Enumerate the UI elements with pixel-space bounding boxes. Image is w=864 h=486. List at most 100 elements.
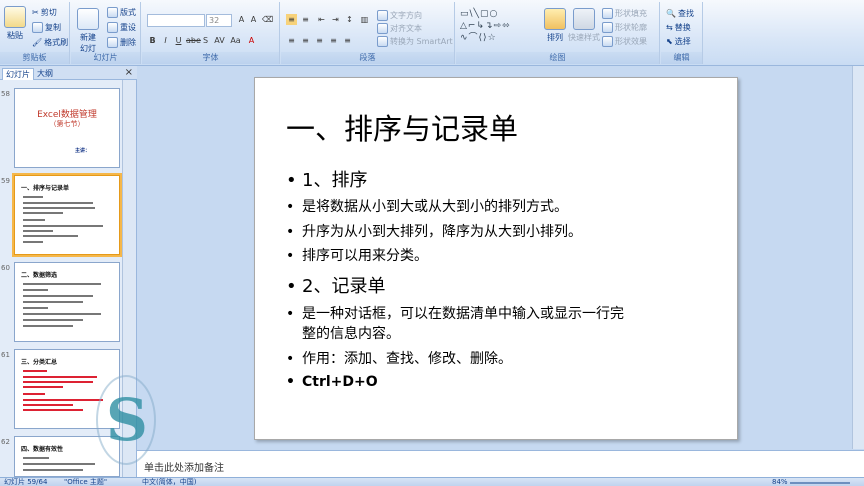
thumb-number: 58 — [1, 90, 10, 98]
strike-icon[interactable]: abe — [186, 35, 201, 46]
columns-icon[interactable]: ▥ — [359, 14, 370, 25]
align-right-icon[interactable]: ≡ — [314, 35, 325, 46]
increase-indent-icon[interactable]: ⇥ — [330, 14, 341, 25]
thumb-text-line — [23, 463, 95, 465]
thumb-text-line — [23, 393, 45, 395]
effects-icon — [602, 36, 613, 47]
layout-label: 版式 — [120, 8, 136, 17]
slide-thumbnail-60[interactable]: 二、数据筛选 — [14, 262, 120, 342]
text-direction-button[interactable]: 文字方向 — [377, 10, 422, 21]
current-slide[interactable]: 一、排序与记录单 • 1、排序 • 是将数据从小到大或从大到小的排列方式。 • 升序为… — [254, 77, 738, 440]
smartart-icon — [377, 36, 388, 47]
thumb-text-line — [23, 196, 43, 198]
bullet-icon: • — [286, 224, 295, 240]
bullet-item[interactable]: • 升序为从小到大排列，降序为从大到小排列。 — [286, 221, 582, 241]
bullet-text: 升序为从小到大排列，降序为从大到小排列。 — [302, 224, 582, 240]
shapes-gallery[interactable]: ▭\╲▢○ △⌐↳↴⇨⬄ ∿⌒⟨⟩☆ — [460, 8, 540, 46]
text-direction-icon — [377, 10, 388, 21]
format-painter-button[interactable]: 🖌 格式刷 — [32, 37, 68, 48]
bullet-item[interactable]: • 排序可以用来分类。 — [286, 245, 428, 265]
zoom-slider[interactable] — [790, 482, 850, 484]
bullet-text: 排序可以用来分类。 — [302, 248, 428, 264]
bullet-icon: • — [286, 374, 295, 390]
delete-slide-button[interactable]: 删除 — [107, 37, 136, 48]
paragraph-group: ≡ ≡ ⇤ ⇥ ↕ ▥ 文字方向 对齐文本 ≡ ≡ ≡ ≡ ≡ 转换为 Smar… — [281, 2, 455, 64]
bullet-text: 1、排序 — [302, 170, 368, 191]
slide-title[interactable]: 一、排序与记录单 — [286, 106, 518, 148]
thumb-number: 60 — [1, 264, 10, 272]
decrease-indent-icon[interactable]: ⇤ — [316, 14, 327, 25]
thumb-text-line — [23, 219, 45, 221]
replace-icon: ⇆ — [666, 23, 673, 32]
notes-pane[interactable]: 单击此处添加备注 — [137, 450, 864, 477]
thumb-text-line — [23, 376, 97, 378]
thumb-text-line — [23, 289, 48, 291]
select-button[interactable]: ⬉ 选择 — [666, 36, 691, 47]
slides-group-label: 幻灯片 — [71, 52, 140, 64]
italic-icon[interactable]: I — [160, 35, 171, 46]
arrange-button[interactable]: 排列 — [544, 8, 566, 43]
find-button[interactable]: 🔍 查找 — [666, 8, 694, 19]
copy-button[interactable]: 复制 — [32, 22, 61, 33]
shape-effects-button[interactable]: 形状效果 — [602, 36, 647, 47]
layout-button[interactable]: 版式 — [107, 7, 136, 18]
align-text-button[interactable]: 对齐文本 — [377, 23, 422, 34]
bullet-item[interactable]: • 作用：添加、查找、修改、删除。 — [286, 348, 512, 368]
format-painter-label: 格式刷 — [44, 38, 69, 47]
editor-scrollbar[interactable] — [852, 66, 864, 449]
smartart-label: 转换为 SmartArt — [390, 37, 453, 46]
brush-icon: 🖌 — [32, 38, 43, 47]
bullet-item[interactable]: • 是将数据从小到大或从大到小的排列方式。 — [286, 196, 568, 216]
thumb-text-line — [23, 202, 93, 204]
align-center-icon[interactable]: ≡ — [300, 35, 311, 46]
thumb-subtitle: （第七节） — [49, 120, 85, 128]
bullet-icon: • — [286, 306, 295, 322]
underline-icon[interactable]: U — [173, 35, 184, 46]
numbering-icon[interactable]: ≡ — [300, 14, 311, 25]
paragraph-group-label: 段落 — [281, 52, 454, 64]
smartart-button[interactable]: 转换为 SmartArt — [377, 36, 453, 47]
close-icon[interactable]: × — [125, 67, 133, 78]
paste-button[interactable]: 粘贴 — [4, 6, 26, 41]
tab-slides[interactable]: 幻灯片 — [2, 68, 34, 80]
bullet-item[interactable]: • Ctrl+D+O — [286, 374, 378, 390]
slide-thumbnail-58[interactable]: Excel数据管理 （第七节） 主讲： — [14, 88, 120, 168]
zoom-level: 84% — [772, 478, 788, 486]
bullets-icon[interactable]: ≡ — [286, 14, 297, 25]
align-left-icon[interactable]: ≡ — [286, 35, 297, 46]
shadow-icon[interactable]: S — [200, 35, 211, 46]
reset-icon — [107, 22, 118, 33]
shape-outline-label: 形状轮廓 — [615, 23, 647, 32]
grow-font-icon[interactable]: A — [236, 14, 247, 25]
quick-styles-icon — [573, 8, 595, 30]
bullet-continuation[interactable]: 整的信息内容。 — [286, 323, 400, 343]
font-size-field[interactable]: 32 — [206, 14, 232, 27]
font-name-field[interactable] — [147, 14, 205, 27]
bullet-item[interactable]: • 1、排序 — [286, 166, 367, 192]
language: 中文(简体，中国) — [142, 478, 197, 486]
thumb-text-line — [23, 283, 101, 285]
bullet-item[interactable]: • 是一种对话框，可以在数据清单中输入或显示一行完 — [286, 303, 624, 323]
tab-outline[interactable]: 大纲 — [34, 68, 56, 80]
bullet-item[interactable]: • 2、记录单 — [286, 272, 385, 298]
spacing-icon[interactable]: AV — [214, 35, 225, 46]
distribute-icon[interactable]: ≡ — [342, 35, 353, 46]
shape-outline-button[interactable]: 形状轮廓 — [602, 22, 647, 33]
justify-icon[interactable]: ≡ — [328, 35, 339, 46]
reset-button[interactable]: 重设 — [107, 22, 136, 33]
thumb-text-line — [23, 225, 103, 227]
shape-fill-button[interactable]: 形状填充 — [602, 8, 647, 19]
clear-format-icon[interactable]: ⌫ — [262, 14, 273, 25]
font-group-label: 字体 — [142, 52, 279, 64]
watermark-logo: S — [96, 375, 156, 465]
clipboard-group-label: 剪贴板 — [0, 52, 69, 64]
shrink-font-icon[interactable]: A — [248, 14, 259, 25]
font-color-icon[interactable]: A — [246, 35, 257, 46]
bold-icon[interactable]: B — [147, 35, 158, 46]
quick-styles-button[interactable]: 快速样式 — [568, 8, 600, 43]
cut-button[interactable]: ✂ 剪切 — [32, 7, 57, 18]
case-icon[interactable]: Aa — [230, 35, 241, 46]
replace-button[interactable]: ⇆ 替换 — [666, 22, 691, 33]
slide-thumbnail-59[interactable]: 一、排序与记录单 — [12, 173, 122, 257]
line-spacing-icon[interactable]: ↕ — [344, 14, 355, 25]
